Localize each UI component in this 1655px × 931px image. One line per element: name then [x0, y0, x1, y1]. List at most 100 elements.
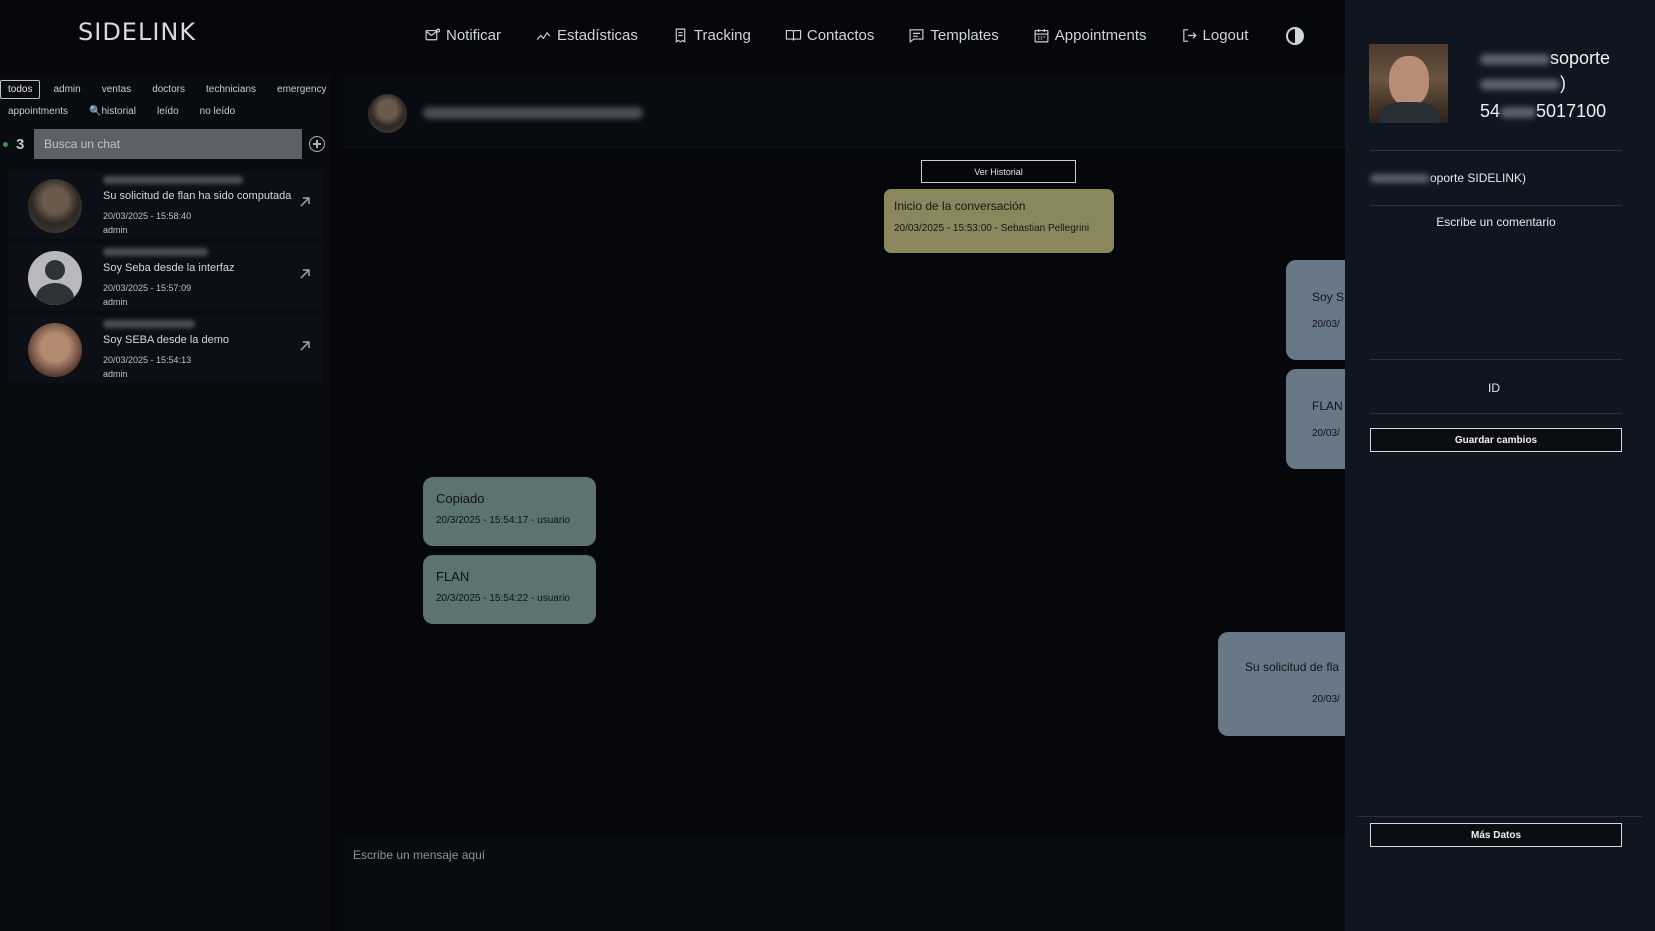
add-chat-icon[interactable] [309, 136, 325, 152]
redacted-text [1480, 78, 1560, 90]
filter-no-leido[interactable]: no leído [192, 102, 244, 121]
contrast-icon[interactable] [1286, 27, 1305, 45]
nav-tracking[interactable]: Tracking [672, 26, 751, 45]
message-meta: 20/3/2025 - 15:54:22 - usuario [436, 593, 570, 604]
more-data-button[interactable]: Más Datos [1370, 823, 1622, 847]
nav-contactos[interactable]: Contactos [785, 26, 875, 45]
ver-historial-button[interactable]: Ver Historial [921, 160, 1076, 183]
outgoing-message: Su solicitud de fla 20/03/ [1218, 632, 1358, 736]
filter-todos[interactable]: todos [0, 80, 41, 99]
contact-name-suffix: soporte [1550, 48, 1611, 68]
message-composer [343, 836, 1345, 931]
open-chat-icon[interactable] [298, 339, 312, 353]
filter-doctors[interactable]: doctors [144, 80, 193, 99]
save-changes-button[interactable]: Guardar cambios [1370, 428, 1622, 452]
nav-appointments-label: Appointments [1054, 27, 1147, 44]
nav-templates[interactable]: Templates [908, 26, 999, 45]
online-status-dot [3, 141, 8, 147]
app-logo[interactable]: SIDELINK [78, 18, 196, 46]
chat-last-message: Su solicitud de flan ha sido computada [103, 190, 292, 202]
profile-photo [1369, 44, 1448, 123]
book-icon [785, 29, 802, 41]
message-text: Copiado [436, 491, 485, 506]
redacted-text [1480, 53, 1550, 65]
system-message: Inicio de la conversación 20/03/2025 - 1… [884, 189, 1114, 253]
chat-last-message: Soy Seba desde la interfaz [103, 262, 235, 274]
contact-name-line2: ) [1480, 73, 1566, 94]
contact-name-line2-suffix: ) [1560, 73, 1566, 93]
system-message-text: Inicio de la conversación [894, 199, 1026, 213]
conversation-header [343, 74, 1345, 148]
message-icon [909, 29, 924, 44]
contact-phone: 54 5017100 [1480, 101, 1606, 122]
main-nav: Notificar Estadísticas Tracking Contacto… [424, 26, 1305, 45]
divider [1357, 816, 1642, 817]
nav-tracking-label: Tracking [693, 27, 751, 44]
chat-list: Su solicitud de flan ha sido computada 2… [8, 171, 322, 387]
avatar [28, 179, 82, 233]
chat-last-message: Soy SEBA desde la demo [103, 334, 229, 346]
nav-estadisticas-label: Estadísticas [557, 27, 638, 44]
message-meta: 20/3/2025 - 15:54:17 - usuario [436, 515, 570, 526]
chat-role: admin [103, 225, 128, 235]
chat-search-input[interactable] [34, 129, 302, 159]
message-text: FLAN [1312, 399, 1343, 413]
system-message-meta: 20/03/2025 - 15:53:00 - Sebastian Pelleg… [894, 223, 1090, 234]
avatar [28, 251, 82, 305]
message-input[interactable] [353, 844, 1253, 866]
chat-role: admin [103, 369, 128, 379]
contact-team: oporte SIDELINK) [1370, 171, 1526, 185]
nav-notificar[interactable]: Notificar [424, 26, 501, 45]
filter-ventas[interactable]: ventas [94, 80, 139, 99]
redacted-chat-name [103, 176, 243, 184]
comment-textarea[interactable] [1370, 215, 1622, 355]
nav-contactos-label: Contactos [806, 27, 875, 44]
conversation-panel: Ver Historial Inicio de la conversación … [343, 74, 1366, 931]
nav-notificar-label: Notificar [446, 27, 502, 44]
filter-appointments[interactable]: appointments [0, 102, 76, 121]
filter-technicians[interactable]: technicians [198, 80, 264, 99]
message-text: FLAN [436, 569, 470, 584]
open-chat-icon[interactable] [298, 267, 312, 281]
chat-list-panel: todos admin ventas doctors technicians e… [0, 74, 330, 931]
contact-team-suffix: oporte SIDELINK) [1430, 171, 1527, 185]
divider [1370, 413, 1622, 414]
chat-list-item[interactable]: Soy SEBA desde la demo 20/03/2025 - 15:5… [8, 315, 322, 383]
message-meta: 20/03/ [1312, 319, 1340, 330]
avatar[interactable] [368, 94, 407, 133]
incoming-message: FLAN 20/3/2025 - 15:54:22 - usuario [423, 555, 596, 624]
message-meta: 20/03/ [1312, 694, 1340, 705]
open-chat-icon[interactable] [298, 195, 312, 209]
search-icon: 🔍 [89, 106, 102, 117]
top-bar: SIDELINK Notificar Estadísticas Tracking… [0, 0, 1345, 74]
chat-count: 3 [16, 135, 25, 153]
nav-appointments[interactable]: Appointments [1033, 26, 1147, 45]
logout-icon [1182, 29, 1197, 42]
chat-timestamp: 20/03/2025 - 15:57:09 [103, 283, 192, 293]
chat-list-item[interactable]: Soy Seba desde la interfaz 20/03/2025 - … [8, 243, 322, 311]
filter-historial[interactable]: 🔍historial [81, 102, 144, 121]
avatar [28, 323, 82, 377]
contact-details-panel: soporte ) 545017100 oporte SIDELINK) ID … [1345, 0, 1655, 931]
filter-leido[interactable]: leído [149, 102, 187, 121]
message-text: Su solicitud de fla [1245, 660, 1340, 674]
chat-search-row: 3 [0, 128, 330, 160]
chat-list-item[interactable]: Su solicitud de flan ha sido computada 2… [8, 171, 322, 239]
id-label: ID [1488, 381, 1500, 395]
divider [1370, 150, 1622, 151]
filter-admin[interactable]: admin [45, 80, 88, 99]
nav-templates-label: Templates [930, 27, 999, 44]
divider [1370, 359, 1622, 360]
message-text: Soy S [1312, 290, 1345, 304]
message-meta: 20/03/ [1312, 428, 1340, 439]
nav-logout[interactable]: Logout [1181, 26, 1249, 45]
nav-estadisticas[interactable]: Estadísticas [535, 26, 638, 45]
incoming-message: Copiado 20/3/2025 - 15:54:17 - usuario [423, 477, 596, 546]
contact-name: soporte [1480, 48, 1610, 69]
chart-icon [536, 31, 551, 41]
redacted-chat-name [103, 320, 195, 328]
filter-emergency[interactable]: emergency [269, 80, 334, 99]
redacted-contact-name [423, 107, 643, 119]
chat-timestamp: 20/03/2025 - 15:58:40 [103, 211, 192, 221]
nav-logout-label: Logout [1202, 27, 1249, 44]
